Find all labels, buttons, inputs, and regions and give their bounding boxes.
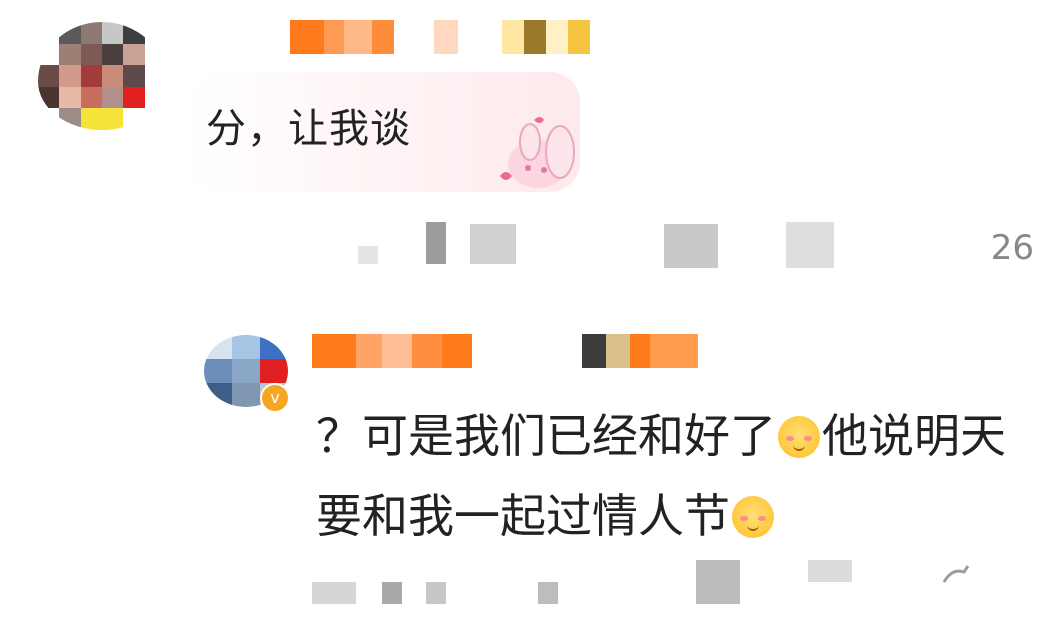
verified-badge-icon: v <box>260 383 290 413</box>
username-blurred[interactable] <box>290 20 590 54</box>
blush-emoji-icon <box>778 416 820 458</box>
comment-icon[interactable] <box>426 582 446 604</box>
user-avatar[interactable] <box>38 22 166 130</box>
like-count: 26 <box>990 228 1034 268</box>
like-thumb-icon[interactable] <box>786 222 834 268</box>
like-icon[interactable] <box>358 246 378 264</box>
comment-text-part1: ？可是我们已经和好了 <box>316 409 776 463</box>
username-blurred[interactable] <box>312 334 700 368</box>
like-thumb-icon[interactable] <box>808 560 852 582</box>
reply-icon[interactable] <box>382 582 402 604</box>
comment-icon[interactable] <box>470 224 516 264</box>
more-icon[interactable] <box>538 582 558 604</box>
share-icon[interactable] <box>696 560 740 604</box>
comment-text: 分，让我谈 <box>206 106 411 152</box>
reply-arrow-icon[interactable] <box>940 562 976 586</box>
reply-icon[interactable] <box>426 222 446 264</box>
like-icon[interactable] <box>312 582 356 604</box>
bunny-sticker <box>500 117 575 188</box>
blush-emoji-icon <box>732 496 774 538</box>
share-icon[interactable] <box>664 224 718 268</box>
comment-text: ？可是我们已经和好了 他说明天要和我一起过情人节 <box>316 396 1036 556</box>
